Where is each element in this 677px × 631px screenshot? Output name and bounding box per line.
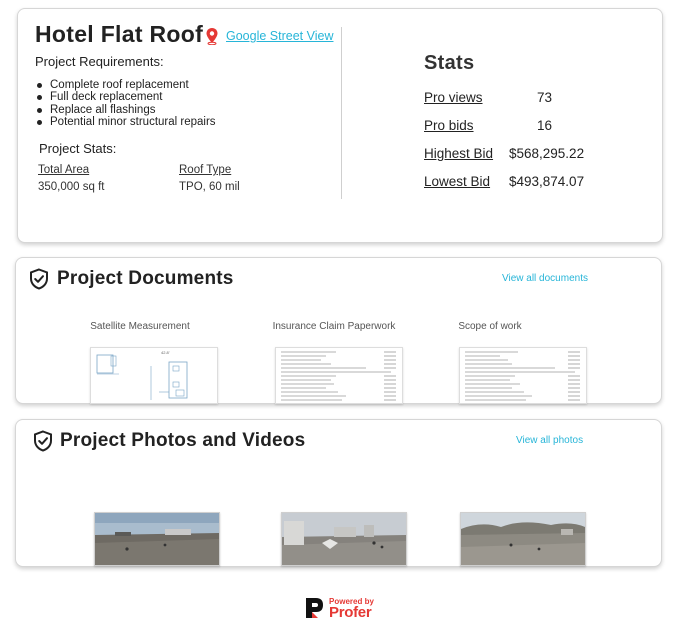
roof-photo-2[interactable] [281, 512, 407, 566]
profer-logo-icon [306, 598, 323, 618]
roof-type-label: Roof Type [179, 164, 232, 176]
view-all-documents-link[interactable]: View all documents [502, 273, 588, 284]
documents-section-title: Project Documents [57, 268, 234, 289]
photos-section-title: Project Photos and Videos [60, 430, 306, 451]
requirement-item: Complete roof replacement [35, 79, 216, 91]
shield-check-icon [34, 430, 52, 452]
document-thumbnail-satellite[interactable]: 42.8' [90, 347, 218, 404]
satellite-diagram-image: 42.8' [91, 348, 217, 403]
requirement-item: Potential minor structural repairs [35, 116, 216, 128]
project-title: Hotel Flat Roof [35, 21, 204, 47]
pro-views-value: 73 [537, 90, 553, 105]
view-all-photos-link[interactable]: View all photos [516, 435, 583, 446]
stats-title: Stats [424, 52, 475, 74]
stats-row-lowest-bid: Lowest Bid $493,874.07 [424, 174, 584, 189]
document-label-satellite: Satellite Measurement [90, 321, 190, 332]
project-stats-title: Project Stats: [39, 141, 117, 156]
stats-row-highest-bid: Highest Bid $568,295.22 [424, 146, 584, 161]
total-area-label: Total Area [38, 164, 90, 176]
document-label-insurance: Insurance Claim Paperwork [272, 321, 396, 332]
document-page-image [276, 348, 402, 403]
requirement-item: Replace all flashings [35, 104, 216, 116]
roof-photo-image [95, 513, 219, 565]
pro-bids-value: 16 [537, 118, 553, 133]
roof-photo-3[interactable] [460, 512, 586, 566]
map-pin-icon [206, 28, 218, 45]
document-page-image [460, 348, 586, 403]
shield-check-icon [30, 268, 48, 290]
lowest-bid-link[interactable]: Lowest Bid [424, 174, 490, 189]
lowest-bid-value: $493,874.07 [509, 174, 585, 189]
requirements-list: Complete roof replacement Full deck repl… [35, 79, 216, 129]
roof-photo-1[interactable] [94, 512, 220, 566]
pro-views-link[interactable]: Pro views [424, 90, 483, 105]
stats-row-pro-views: Pro views 73 [424, 90, 552, 105]
project-overview-card: Hotel Flat Roof Google Street View Proje… [17, 8, 663, 243]
document-thumbnail-insurance[interactable] [275, 347, 403, 404]
document-thumbnail-scope[interactable] [459, 347, 587, 404]
project-documents-card: Project Documents View all documents Sat… [15, 257, 662, 404]
document-label-scope: Scope of work [458, 321, 522, 332]
project-photos-card: Project Photos and Videos View all photo… [15, 419, 662, 567]
roof-photo-image [282, 513, 406, 565]
google-street-view-link[interactable]: Google Street View [226, 29, 333, 43]
requirement-item: Full deck replacement [35, 91, 216, 103]
svg-text:42.8': 42.8' [161, 350, 170, 355]
requirements-title: Project Requirements: [35, 54, 164, 69]
roof-type-value: TPO, 60 mil [179, 181, 240, 193]
column-divider [341, 27, 342, 199]
powered-by-profer[interactable]: Powered by Profer [304, 596, 384, 622]
pro-bids-link[interactable]: Pro bids [424, 118, 474, 133]
highest-bid-link[interactable]: Highest Bid [424, 146, 493, 161]
roof-photo-image [461, 513, 585, 565]
stats-row-pro-bids: Pro bids 16 [424, 118, 552, 133]
highest-bid-value: $568,295.22 [509, 146, 585, 161]
profer-brand-text: Profer [329, 604, 372, 621]
total-area-value: 350,000 sq ft [38, 181, 105, 193]
